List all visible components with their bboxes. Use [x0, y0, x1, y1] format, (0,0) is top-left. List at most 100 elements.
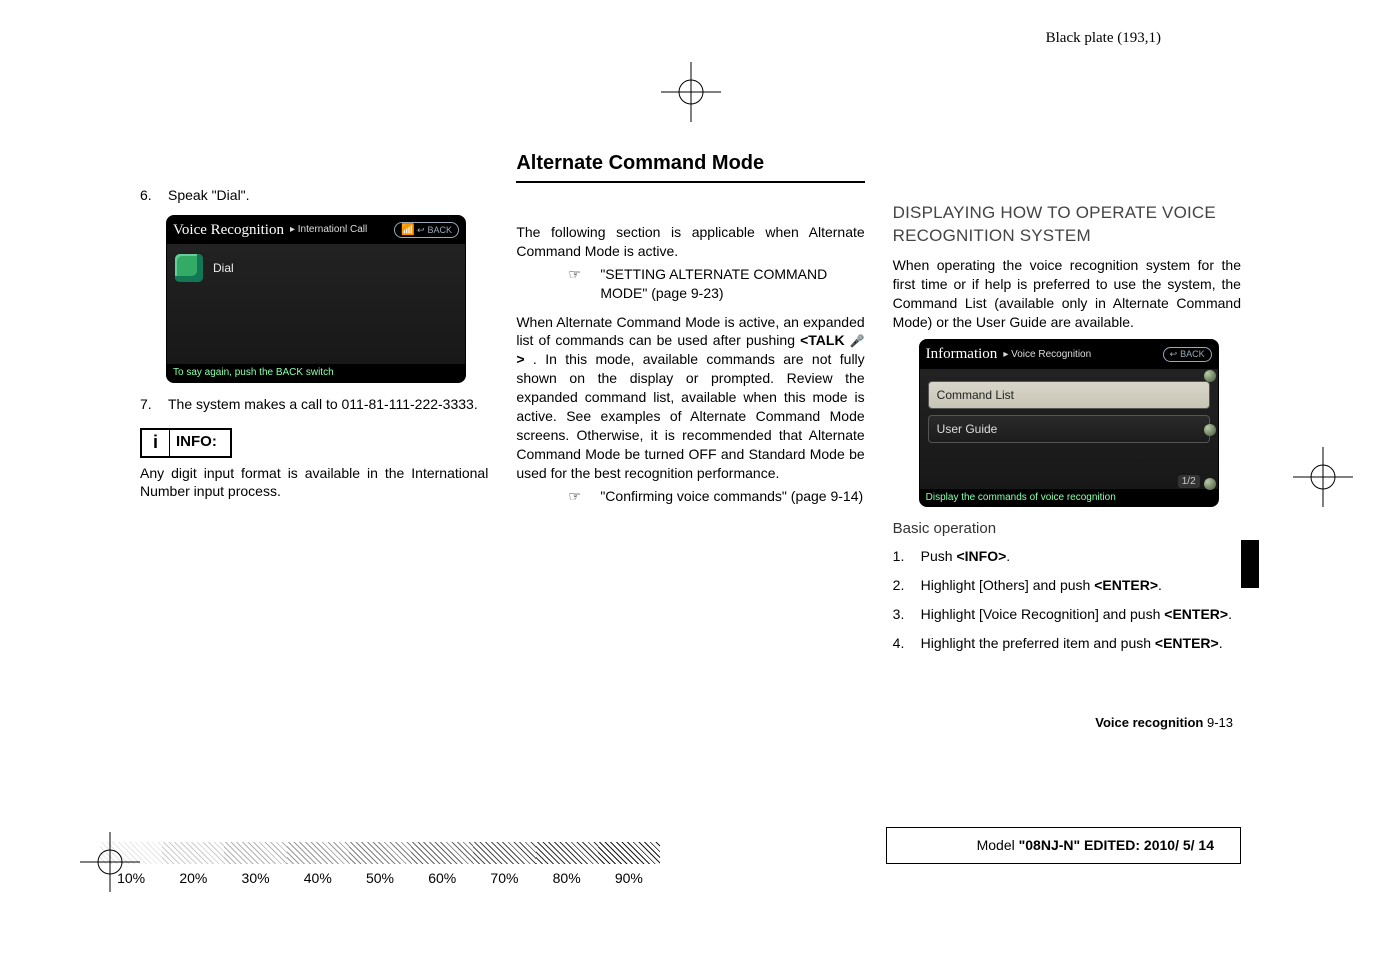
screenshot-information: Information ▸ Voice Recognition ↩ BACK C… [919, 339, 1219, 507]
section-tab [1241, 540, 1259, 588]
screenshot-title: Voice Recognition [173, 220, 284, 240]
model-box: Model "08NJ-N" EDITED: 2010/ 5/ 14 [886, 827, 1241, 864]
section-heading: Alternate Command Mode [516, 150, 864, 183]
scroll-up-icon [1204, 370, 1216, 382]
step-number: 4. [893, 634, 913, 653]
column-right: DISPLAYING HOW TO OPERATE VOICE RECOGNIT… [893, 150, 1241, 663]
back-arrow-icon: ↩ [417, 224, 425, 236]
step-span: Highlight the preferred item and push [921, 635, 1155, 651]
screenshot-titlebar: Information ▸ Voice Recognition ↩ BACK [920, 340, 1218, 368]
gradient-label: 30% [224, 869, 286, 888]
gradient-seg [349, 842, 411, 864]
step-text: Highlight [Others] and push <ENTER>. [921, 576, 1241, 595]
gradient-label: 50% [349, 869, 411, 888]
list-item: Command List [928, 381, 1210, 409]
gradient-label: 80% [536, 869, 598, 888]
list-item: Dial [173, 250, 459, 286]
reference-text: "SETTING ALTERNATE COMMAND MODE" (page 9… [600, 265, 864, 303]
step-text: Highlight the preferred item and push <E… [921, 634, 1241, 653]
step-number: 2. [893, 576, 913, 595]
gradient-bar [100, 842, 660, 864]
scroll-thumb-icon [1204, 424, 1216, 436]
back-label: BACK [1180, 348, 1205, 360]
paragraph-span: . In this mode, available commands are n… [516, 351, 864, 480]
reference-icon: ☞ [568, 487, 590, 506]
back-pill: 📶 ↩ BACK [394, 222, 459, 239]
gradient-label: 70% [473, 869, 535, 888]
info-label: INFO: [170, 430, 223, 456]
paragraph: The following section is applicable when… [516, 223, 864, 261]
step-span: Push [921, 548, 957, 564]
step-span: . [1158, 577, 1162, 593]
scroll-column [1204, 370, 1216, 490]
talk-label: <TALK [800, 332, 844, 348]
step-6: 6. Speak "Dial". [140, 186, 488, 205]
footer-page: 9-13 [1203, 715, 1233, 730]
crop-mark-right [1293, 447, 1353, 507]
step-1: 1. Push <INFO>. [893, 547, 1241, 566]
gradient-label: 60% [411, 869, 473, 888]
info-icon: i [142, 430, 170, 456]
step-span: . [1228, 606, 1232, 622]
back-pill: ↩ BACK [1163, 347, 1212, 361]
step-number: 7. [140, 395, 160, 414]
talk-close: > [516, 351, 524, 367]
scroll-down-icon [1204, 478, 1216, 490]
list-item: User Guide [928, 415, 1210, 443]
page-indicator: 1/2 [1178, 475, 1200, 489]
model-code: "08NJ-N" [1019, 837, 1081, 853]
registration-mark-icon [661, 62, 721, 122]
info-box: i INFO: [140, 428, 232, 458]
column-middle: Alternate Command Mode The following sec… [516, 150, 864, 663]
gradient-seg [287, 842, 349, 864]
reference-row: ☞ "SETTING ALTERNATE COMMAND MODE" (page… [550, 265, 864, 303]
gradient-seg [162, 842, 224, 864]
screenshot-titlebar: Voice Recognition ▸ Internationl Call 📶 … [167, 216, 465, 244]
screenshot-footer: To say again, push the BACK switch [167, 364, 465, 382]
step-number: 1. [893, 547, 913, 566]
gradient-label: 10% [100, 869, 162, 888]
back-arrow-icon: ↩ [1170, 348, 1178, 360]
step-bold: <ENTER> [1155, 635, 1219, 651]
screenshot-footer: Display the commands of voice recognitio… [920, 489, 1218, 507]
info-body-text: Any digit input format is available in t… [140, 464, 488, 502]
gradient-label: 90% [598, 869, 660, 888]
step-span: Highlight [Voice Recognition] and push [921, 606, 1165, 622]
gradient-seg [100, 842, 162, 864]
step-span: Highlight [Others] and push [921, 577, 1095, 593]
gradient-labels: 10% 20% 30% 40% 50% 60% 70% 80% 90% [100, 869, 660, 888]
paragraph: When operating the voice recognition sys… [893, 256, 1241, 332]
step-2: 2. Highlight [Others] and push <ENTER>. [893, 576, 1241, 595]
step-text: Speak "Dial". [168, 186, 488, 205]
subheading-small: Basic operation [893, 519, 1241, 539]
gradient-seg [224, 842, 286, 864]
step-text: Highlight [Voice Recognition] and push <… [921, 605, 1241, 624]
step-number: 6. [140, 186, 160, 205]
registration-mark-icon [1293, 447, 1353, 507]
page-columns: 6. Speak "Dial". Voice Recognition ▸ Int… [140, 150, 1241, 663]
gradient-label: 40% [287, 869, 349, 888]
step-7: 7. The system makes a call to 011-81-111… [140, 395, 488, 414]
subheading: DISPLAYING HOW TO OPERATE VOICE RECOGNIT… [893, 202, 1241, 248]
gradient-seg [411, 842, 473, 864]
crop-mark-top [661, 62, 721, 122]
paragraph: When Alternate Command Mode is active, a… [516, 313, 864, 483]
step-4: 4. Highlight the preferred item and push… [893, 634, 1241, 653]
screenshot-title: Information [926, 344, 998, 364]
step-span: . [1219, 635, 1223, 651]
reference-row: ☞ "Confirming voice commands" (page 9-14… [550, 487, 864, 506]
gradient-seg [598, 842, 660, 864]
gradient-label: 20% [162, 869, 224, 888]
step-bold: <ENTER> [1164, 606, 1228, 622]
reference-icon: ☞ [568, 265, 590, 303]
list-item-label: Dial [213, 260, 234, 276]
screenshot-voice-recognition: Voice Recognition ▸ Internationl Call 📶 … [166, 215, 466, 383]
model-box-text: Model [977, 837, 1019, 853]
step-span: . [1006, 548, 1010, 564]
reference-text: "Confirming voice commands" (page 9-14) [600, 487, 864, 506]
screenshot-crumb: ▸ Internationl Call [290, 223, 367, 237]
step-text: The system makes a call to 011-81-111-22… [168, 395, 488, 414]
back-label: BACK [427, 224, 452, 236]
footer-title: Voice recognition [1095, 715, 1203, 730]
step-3: 3. Highlight [Voice Recognition] and pus… [893, 605, 1241, 624]
